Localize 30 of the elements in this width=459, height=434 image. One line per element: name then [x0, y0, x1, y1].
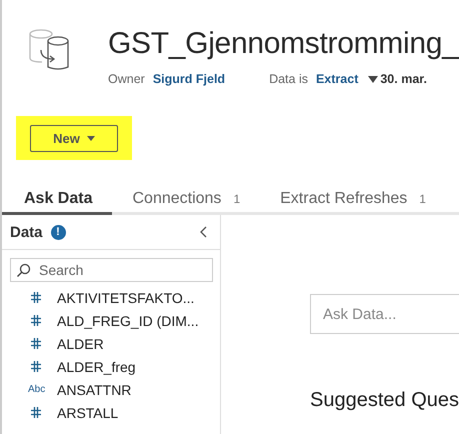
number-type-icon [31, 315, 41, 326]
search-field[interactable]: Search [10, 258, 213, 282]
new-button[interactable]: New [30, 124, 118, 152]
field-name[interactable]: ALDER_freg [57, 358, 136, 374]
field-name[interactable]: ARSTALL [57, 404, 118, 420]
panel-title: Data [10, 224, 43, 240]
field-name[interactable]: ALDER [57, 336, 104, 352]
field-name[interactable]: ALD_FREG_ID (DIM... [57, 312, 199, 328]
ask-data-field[interactable]: Ask Data... [310, 294, 459, 334]
number-type-icon [31, 361, 41, 372]
search-icon [16, 263, 31, 278]
number-type-icon [31, 338, 41, 349]
number-type-icon [31, 292, 41, 303]
number-type-icon [31, 407, 41, 418]
date-text: 30. mar. [380, 72, 427, 86]
data-type-label: Data is [269, 72, 308, 86]
string-type-label: Abc [28, 384, 46, 395]
collapse-icon[interactable] [200, 226, 208, 238]
owner-link[interactable]: Sigurd Fjeld [152, 72, 226, 86]
field-name[interactable]: AKTIVITETSFAKTO... [57, 290, 194, 306]
info-badge: ! [50, 224, 66, 240]
page-title: GST_Gjennomstromming_ [108, 26, 458, 62]
tab[interactable]: Connections 1 [112, 182, 260, 215]
section-heading: Suggested Ques [310, 389, 459, 412]
owner-label: Owner [108, 72, 145, 86]
tab[interactable]: Ask Data [2, 182, 112, 215]
tab[interactable]: Extract Refreshes 1 [260, 182, 446, 215]
field-name[interactable]: ANSATTNR [57, 382, 132, 398]
data-type-link[interactable]: Extract [316, 72, 358, 86]
caret-icon [368, 76, 378, 82]
